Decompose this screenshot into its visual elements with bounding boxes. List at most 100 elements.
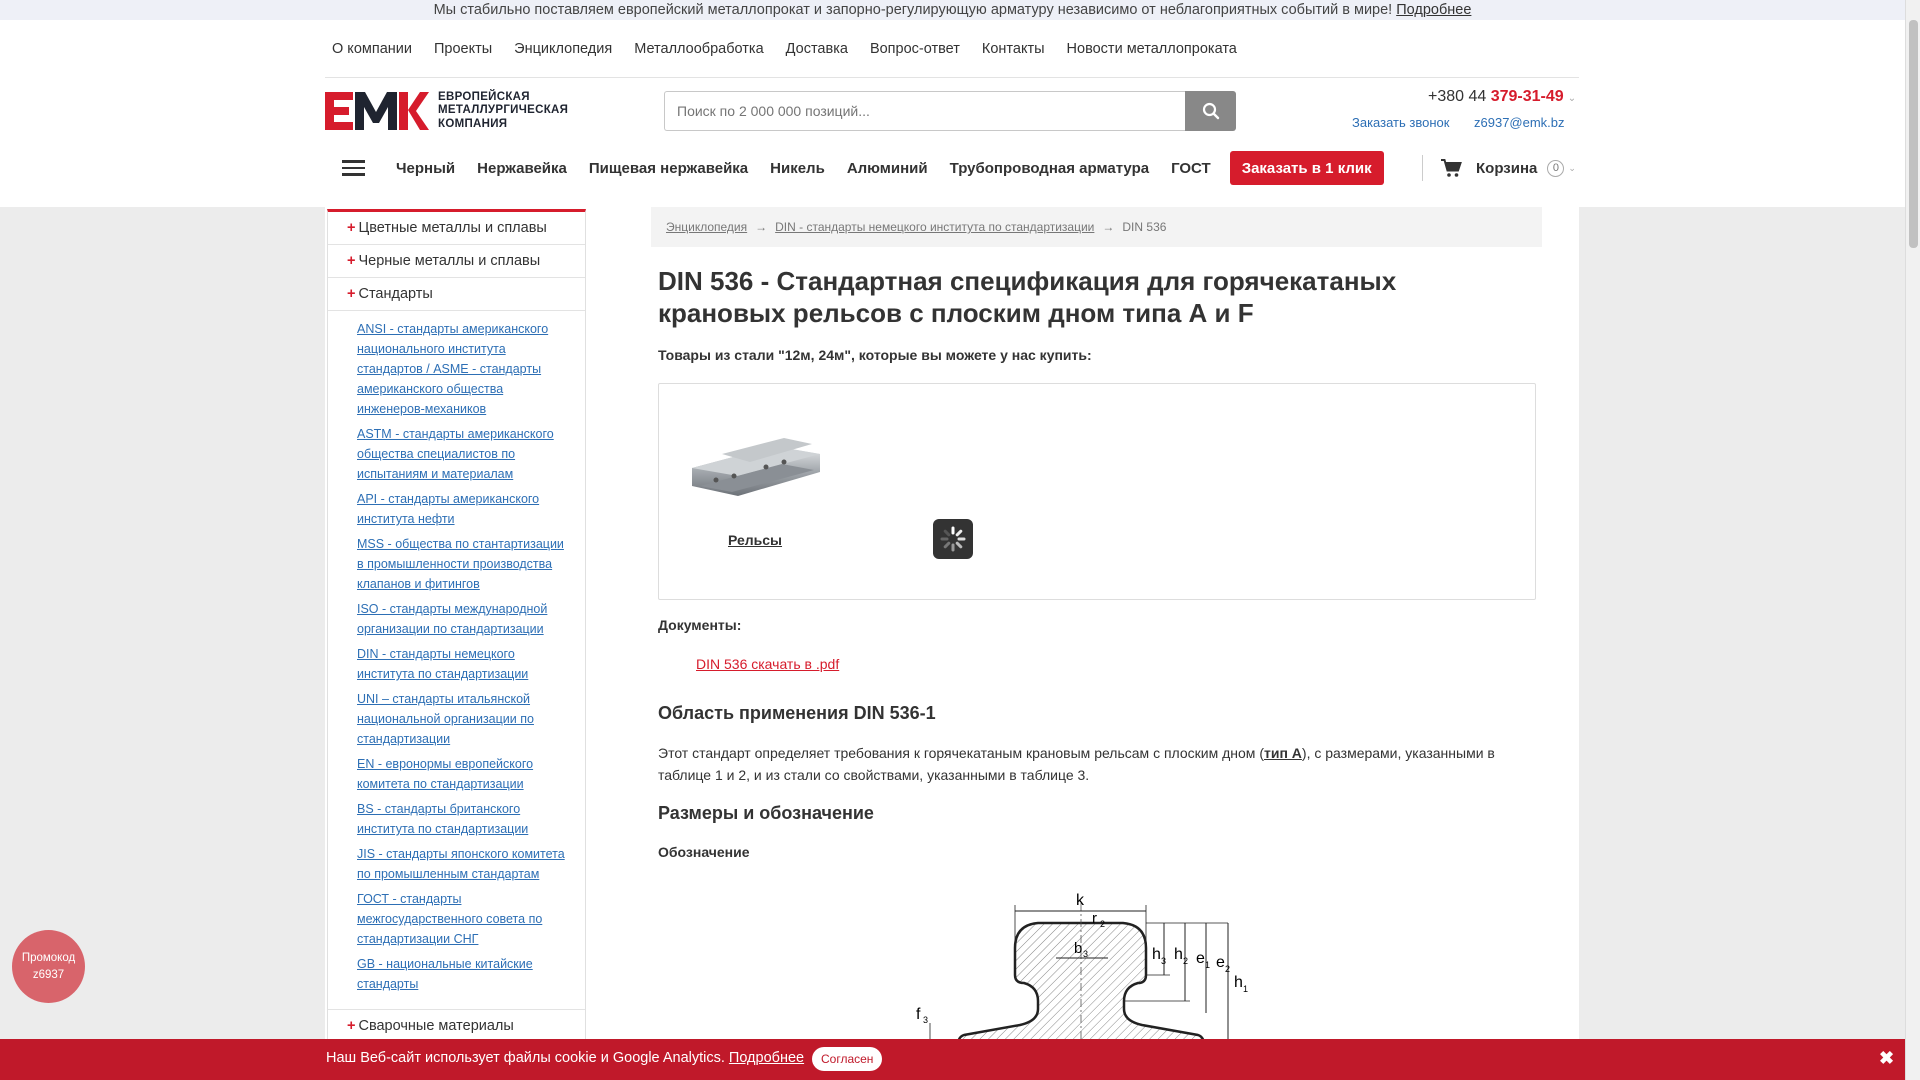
page-title: DIN 536 - Стандартная спецификация для г… (658, 266, 1397, 328)
standard-link-bs[interactable]: BS - стандарты британского института по … (357, 799, 567, 839)
menu-icon[interactable] (325, 151, 381, 185)
nav-about[interactable]: О компании (332, 41, 412, 57)
label-e1-sub: 1 (1205, 960, 1210, 970)
promo-label: Промокод (21, 951, 76, 964)
cookie-message: Наш Веб-сайт использует файлы cookie и G… (326, 1050, 804, 1066)
announcement-bar: Мы стабильно поставляем европейский мета… (0, 0, 1905, 20)
standard-link-ansi[interactable]: ANSI - стандарты американского националь… (357, 319, 567, 419)
site-header: О компании Проекты Энциклопедия Металлоо… (0, 20, 1905, 207)
one-click-order-button[interactable]: Заказать в 1 клик (1229, 151, 1384, 185)
standards-list: ANSI - стандарты американского националь… (328, 311, 585, 1010)
announcement-more-link[interactable]: Подробнее (1396, 2, 1471, 18)
category-food-stainless[interactable]: Пищевая нержавейка (589, 160, 748, 177)
logo-line-1: ЕВРОПЕЙСКАЯ (438, 90, 530, 103)
label-r2: r (1092, 910, 1097, 927)
phone-digits: 379-31-49 (1490, 88, 1564, 105)
category-black[interactable]: Черный (396, 160, 455, 177)
label-h1-sub: 1 (1243, 984, 1248, 994)
nav-projects[interactable]: Проекты (434, 41, 492, 57)
category-nickel[interactable]: Никель (770, 160, 825, 177)
logo-text: ЕВРОПЕЙСКАЯ МЕТАЛЛУРГИЧЕСКАЯ КОМПАНИЯ (438, 91, 568, 132)
standard-link-astm[interactable]: ASTM - стандарты американского общества … (357, 424, 567, 484)
pdf-download-link[interactable]: DIN 536 скачать в .pdf (696, 656, 839, 672)
sidebar: + Цветные металлы и сплавы + Черные металл… (327, 209, 586, 1080)
sidebar-item-label: Стандарты (358, 286, 433, 302)
standard-link-en[interactable]: EN - евронормы европейского комитета по … (357, 754, 567, 794)
products-subtitle: Товары из стали "12м, 24м", которые вы м… (658, 347, 1092, 363)
nav-delivery[interactable]: Доставка (786, 41, 848, 57)
loading-spinner-icon (933, 519, 973, 559)
breadcrumb-din[interactable]: DIN - стандарты немецкого института по с… (775, 220, 1094, 234)
sidebar-item-ferrous[interactable]: + Черные металлы и сплавы (328, 245, 585, 278)
category-gost[interactable]: ГОСТ (1171, 160, 1211, 177)
product-card: Рельсы (658, 383, 1536, 600)
cookie-text: Наш Веб-сайт использует файлы cookie и G… (326, 1050, 725, 1066)
emk-logo-mark (325, 92, 429, 130)
scope-paragraph: Этот стандарт определяет требования к го… (658, 742, 1528, 786)
breadcrumb: Энциклопедия → DIN - стандарты немецкого и… (651, 207, 1542, 247)
documents-label: Документы: (658, 617, 742, 633)
category-pipeline-valves[interactable]: Трубопроводная арматура (950, 160, 1149, 177)
chevron-down-icon[interactable]: ⌄ (1568, 93, 1576, 104)
close-icon[interactable]: ✖ (1879, 1048, 1894, 1069)
cookie-banner: Наш Веб-сайт использует файлы cookie и G… (0, 1039, 1905, 1080)
promo-code-badge[interactable]: Промокод z6937 (12, 930, 85, 1003)
cookie-more-link[interactable]: Подробнее (729, 1050, 804, 1066)
top-nav: О компании Проекты Энциклопедия Металлоо… (325, 20, 1579, 78)
standard-link-gb[interactable]: GB - национальные китайские стандарты (357, 954, 567, 994)
label-r2-sub: 2 (1100, 919, 1105, 929)
rail-product-image[interactable] (686, 424, 826, 504)
standard-link-jis[interactable]: JIS - стандарты японского комитета по пр… (357, 844, 567, 884)
label-h3: h (1152, 946, 1161, 963)
logo-line-3: КОМПАНИЯ (438, 117, 508, 130)
email-link[interactable]: z6937@emk.bz (1474, 115, 1565, 130)
cart[interactable]: Корзина 0 ⌄ (1422, 155, 1576, 181)
logo-line-2: МЕТАЛЛУРГИЧЕСКАЯ (438, 104, 569, 117)
product-name-link[interactable]: Рельсы (728, 532, 782, 548)
nav-news[interactable]: Новости металлопроката (1067, 41, 1237, 57)
promo-code: z6937 (32, 968, 65, 981)
label-e2: e (1216, 954, 1225, 971)
standard-link-iso[interactable]: ISO - стандарты международной организаци… (357, 599, 567, 639)
standard-link-mss[interactable]: MSS - общества по стантартизации в промы… (357, 534, 567, 594)
expand-icon[interactable]: + (347, 253, 355, 269)
search-bar (664, 91, 1236, 131)
page-scrollbar[interactable] (1905, 0, 1920, 1080)
expand-icon[interactable]: + (347, 220, 355, 236)
expand-icon[interactable]: + (347, 1018, 355, 1034)
expand-icon[interactable]: + (347, 286, 355, 302)
standard-link-gost[interactable]: ГОСТ - стандарты межгосударственного сов… (357, 889, 567, 949)
label-h3-sub: 3 (1161, 956, 1166, 966)
phone-number[interactable]: +380 44 379-31-49 ⌄ (1428, 88, 1580, 106)
scope-heading: Область применения DIN 536-1 (658, 703, 936, 723)
nav-encyclopedia[interactable]: Энциклопедия (514, 41, 612, 57)
breadcrumb-encyclopedia[interactable]: Энциклопедия (666, 220, 747, 234)
nav-faq[interactable]: Вопрос-ответ (870, 41, 960, 57)
label-e2-sub: 2 (1225, 964, 1230, 974)
cart-icon (1441, 159, 1462, 177)
site-logo[interactable]: ЕВРОПЕЙСКАЯ МЕТАЛЛУРГИЧЕСКАЯ КОМПАНИЯ (325, 90, 570, 132)
chevron-down-icon[interactable]: ⌄ (1568, 163, 1576, 174)
callback-link[interactable]: Заказать звонок (1352, 115, 1449, 130)
sidebar-item-label: Цветные металлы и сплавы (358, 220, 547, 236)
sidebar-item-nonferrous[interactable]: + Цветные металлы и сплавы (328, 212, 585, 245)
search-button[interactable] (1185, 91, 1236, 131)
sidebar-item-label: Черные металлы и сплавы (358, 253, 541, 269)
label-h2: h (1174, 946, 1183, 963)
sizes-heading: Размеры и обозначение (658, 803, 874, 823)
category-stainless[interactable]: Нержавейка (477, 160, 567, 177)
nav-metalworking[interactable]: Металлообработка (634, 41, 763, 57)
standard-link-din[interactable]: DIN - стандарты немецкого института по с… (357, 644, 567, 684)
standard-link-api[interactable]: API - стандарты американского института … (357, 489, 567, 529)
label-b3-sub: 3 (1083, 949, 1088, 959)
sidebar-item-standards[interactable]: + Стандарты (328, 278, 585, 311)
category-aluminium[interactable]: Алюминий (847, 160, 928, 177)
label-k: k (1076, 892, 1085, 909)
cookie-agree-button[interactable]: Согласен (812, 1047, 883, 1071)
nav-contacts[interactable]: Контакты (982, 41, 1045, 57)
scrollbar-thumb[interactable] (1909, 20, 1918, 248)
search-input[interactable] (664, 91, 1185, 131)
standard-link-uni[interactable]: UNI – стандарты итальянской национальной… (357, 689, 567, 749)
phone-prefix: +380 44 (1428, 88, 1487, 105)
type-a-link[interactable]: тип А (1264, 745, 1302, 761)
